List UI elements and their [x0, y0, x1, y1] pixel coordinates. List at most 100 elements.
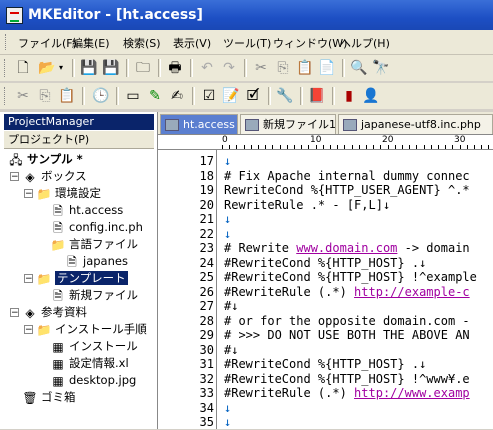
menu-file[interactable]: ファイル(F) — [18, 35, 77, 51]
expand-toggle[interactable]: − — [24, 189, 33, 199]
tree-item[interactable]: 📁 テンプレート — [36, 269, 128, 287]
menu-edit[interactable]: 編集(E) — [72, 35, 110, 51]
paste-special-icon[interactable]: 📄 — [318, 59, 336, 77]
highlight-icon[interactable]: ✍ — [168, 87, 186, 105]
project-manager-panel: ProjectManager プロジェクト(P) 🖧 サンプル * − ◈ ボックス − 📁… — [0, 112, 158, 429]
project-menu[interactable]: プロジェクト(P) — [4, 131, 154, 149]
cut-icon[interactable]: ✂ — [14, 87, 32, 105]
open-folder-icon[interactable]: 📂 — [38, 59, 56, 77]
ruler-tick — [394, 145, 396, 149]
menu-search[interactable]: 検索(S) — [123, 35, 161, 51]
menu-window[interactable]: ウィンドウ(W) — [273, 35, 347, 51]
ruler-tick — [344, 145, 346, 149]
tree-item[interactable]: ▦ 設定情報.xl — [50, 354, 128, 372]
save-icon[interactable]: 💾 — [80, 59, 98, 77]
tree-item[interactable]: ▦ desktop.jpg — [50, 371, 136, 389]
search-icon[interactable]: 🔍 — [350, 59, 368, 77]
toolbar-separator — [192, 87, 195, 105]
code-text: #↓ — [224, 342, 239, 357]
ruler-tick — [279, 145, 281, 149]
tree-item[interactable]: 🖧 サンプル * — [8, 150, 82, 168]
expand-toggle[interactable]: − — [10, 308, 19, 318]
column-ruler: 0 10 20 30 — [158, 135, 493, 150]
folder-icon[interactable]: 🗀 — [134, 59, 152, 77]
code-url[interactable]: http://example-c — [354, 285, 470, 299]
device-icon[interactable]: ▮ — [340, 87, 358, 105]
code-url[interactable]: http://www.examp — [354, 386, 470, 400]
print-icon[interactable]: 🖶 — [166, 59, 184, 77]
redo-icon[interactable]: ↷ — [220, 59, 238, 77]
open-dropdown-icon[interactable]: ▾ — [56, 59, 66, 77]
project-icon: 🖧 — [9, 152, 23, 167]
tab-new-file[interactable]: 新規ファイル1 — [240, 114, 336, 134]
menu-view[interactable]: 表示(V) — [173, 35, 211, 51]
document-edit-icon[interactable]: 📝 — [222, 87, 240, 105]
tree-item-label: japanes — [83, 254, 128, 268]
code-text: #RewriteRule (.*) — [224, 284, 355, 299]
tree-item[interactable]: 🗑 ゴミ箱 — [22, 388, 75, 406]
tree-item[interactable]: 🗎 config.inc.ph — [50, 218, 143, 236]
menu-tools[interactable]: ツール(T) — [223, 35, 271, 51]
tab-ht-access[interactable]: ht.access — [160, 114, 238, 134]
cut-icon[interactable]: ✂ — [252, 59, 270, 77]
box-icon: ◈ — [25, 169, 35, 184]
tree-item[interactable]: 📁 言語ファイル — [50, 235, 138, 253]
tool-icon[interactable]: 🔧 — [276, 87, 294, 105]
tree-item[interactable]: ◈ ボックス — [22, 167, 86, 185]
book-icon[interactable]: 📕 — [308, 87, 326, 105]
undo-icon[interactable]: ↶ — [198, 59, 216, 77]
user-icon[interactable]: 👤 — [362, 87, 380, 105]
clock-icon[interactable]: 🕒 — [92, 87, 110, 105]
tree-item[interactable]: 📁 インストール手順 — [36, 320, 147, 338]
paste-icon[interactable]: 📋 — [296, 59, 314, 77]
checklist-icon[interactable]: ☑ — [200, 87, 218, 105]
line-number: 25 — [199, 270, 214, 284]
ruler-tick — [236, 145, 238, 149]
code-line: #RewriteRule (.*) http://www.examp — [224, 386, 470, 401]
window-icon[interactable]: ▭ — [124, 87, 142, 105]
ruler-tick — [272, 145, 274, 149]
tab-japanese-utf8[interactable]: japanese-utf8.inc.php — [338, 114, 493, 134]
expand-toggle[interactable]: − — [24, 274, 33, 284]
paste-icon[interactable]: 📋 — [58, 87, 76, 105]
find-replace-icon[interactable]: 🔭 — [372, 59, 390, 77]
ruler-tick — [301, 145, 303, 149]
tree-item-label: ht.access — [69, 203, 124, 217]
code-url[interactable]: www.domain.com — [296, 241, 397, 255]
folder-icon: 📁 — [36, 322, 52, 337]
expand-toggle[interactable]: − — [10, 172, 19, 182]
copy-icon[interactable]: ⎘ — [274, 59, 292, 77]
document-check-icon[interactable]: 🗹 — [244, 87, 262, 105]
ruler-tick — [387, 145, 389, 149]
code-line: #RewriteCond %{HTTP_HOST} !^example — [224, 270, 477, 285]
new-file-icon[interactable]: 🗋 — [14, 59, 32, 77]
ruler-tick — [438, 145, 439, 149]
code-line: RewriteCond %{HTTP_USER_AGENT} ^.* — [224, 183, 470, 198]
copy-icon[interactable]: ⎘ — [36, 87, 54, 105]
menu-help[interactable]: ヘルプ(H) — [340, 35, 390, 51]
pen-icon[interactable]: ✎ — [146, 87, 164, 105]
toolbar-separator — [126, 59, 129, 77]
toolbar-separator — [300, 87, 303, 105]
code-text: # Rewrite — [224, 241, 297, 255]
tree-item-label: 言語ファイル — [69, 237, 138, 251]
folder-icon: 📁 — [36, 186, 52, 201]
tree-item[interactable]: 🗎 新規ファイル — [50, 286, 138, 304]
ruler-label: 30 — [454, 135, 466, 145]
line-number: 29 — [199, 328, 214, 342]
tree-item[interactable]: ◈ 参考資料 — [22, 303, 87, 321]
ruler-tick — [459, 145, 461, 149]
tree-item[interactable]: 🗎 ht.access — [50, 201, 123, 219]
menu-grip — [5, 34, 9, 50]
tree-item[interactable]: ▦ インストール — [50, 337, 137, 355]
code-editor[interactable]: 17 ↓ 18 # Fix Apache internal dummy connec 1… — [158, 150, 493, 429]
save-all-icon[interactable]: 💾 — [102, 59, 120, 77]
main-toolbar: 🗋 📂 ▾ 💾 💾 🗀 🖶 ↶ ↷ ✂ ⎘ 📋 📄 🔍 🔭 — [0, 55, 493, 81]
tree-item[interactable]: 🗎 japanes — [64, 252, 128, 270]
toolbar-separator — [342, 59, 345, 77]
ruler-tick — [222, 145, 223, 149]
line-number: 26 — [199, 284, 214, 299]
expand-toggle[interactable]: − — [24, 325, 33, 335]
tree-item[interactable]: 📁 環境設定 — [36, 184, 101, 202]
ruler-tick — [337, 145, 339, 149]
